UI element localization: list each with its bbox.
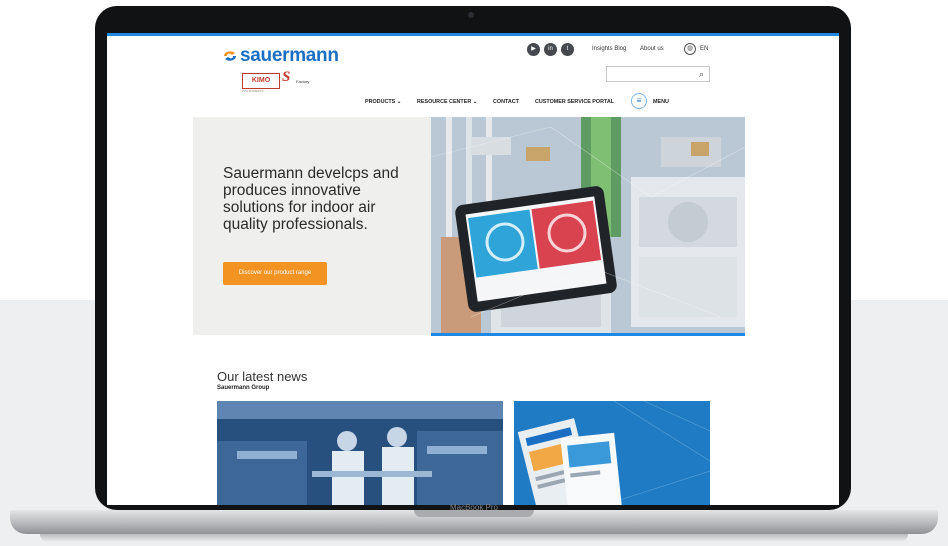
camera-icon (468, 12, 474, 18)
kimo-logo[interactable]: KIMO (242, 73, 280, 89)
sfactory-logo[interactable]: S (282, 69, 290, 86)
hero-photo-illustration (431, 117, 745, 335)
laptop-shadow (40, 534, 908, 542)
search-icon[interactable]: ⌕ (699, 69, 704, 80)
menu-icon[interactable]: ≡ (631, 93, 647, 109)
kimo-caption: INSTRUMENTS (242, 89, 264, 93)
news-card-brochure-image[interactable] (514, 401, 710, 505)
language-selector[interactable]: EN (700, 46, 708, 52)
twitter-icon[interactable]: t (561, 43, 574, 56)
linkedin-icon[interactable]: in (544, 43, 557, 56)
hero-title: Sauermann develcps and produces innovati… (223, 165, 399, 233)
youtube-icon[interactable]: ▶ (527, 43, 540, 56)
device-label: MacBook Pro (449, 503, 499, 512)
logo-text: sauermann (240, 45, 339, 66)
insights-blog-link[interactable]: Insights Blog (592, 46, 626, 52)
top-accent-bar (107, 33, 839, 36)
search-input[interactable]: ⌕ (606, 66, 710, 82)
nav-products[interactable]: PRODUCTS ⌄ (365, 99, 401, 105)
globe-icon[interactable]: ◍ (684, 43, 696, 55)
news-subheading: Sauermann Group (217, 385, 270, 391)
news-heading: Our latest news (217, 369, 308, 384)
brochure-illustration (514, 401, 710, 505)
discover-products-button[interactable]: Discover our product range (223, 262, 327, 285)
about-us-link[interactable]: About us (640, 46, 664, 52)
sauermann-logo-icon (224, 51, 236, 61)
laptop-base (10, 510, 938, 534)
nav-customer-service-portal[interactable]: CUSTOMER SERVICE PORTAL (535, 99, 614, 105)
hero-section: Sauermann develcps and produces innovati… (193, 117, 745, 336)
sfactory-caption: Factory (296, 79, 310, 84)
hero-image (431, 117, 745, 335)
hero-accent-line (431, 333, 745, 336)
laptop-screen-frame: sauermann KIMO INSTRUMENTS S Factory ▶ i… (95, 6, 851, 510)
lab-photo-illustration (217, 401, 503, 505)
nav-resource-center[interactable]: RESOURCE CENTER ⌄ (417, 99, 477, 105)
nav-contact[interactable]: CONTACT (493, 99, 519, 105)
website-viewport: sauermann KIMO INSTRUMENTS S Factory ▶ i… (107, 33, 839, 505)
news-card-lab-image[interactable] (217, 401, 503, 505)
nav-menu[interactable]: MENU (653, 99, 669, 105)
